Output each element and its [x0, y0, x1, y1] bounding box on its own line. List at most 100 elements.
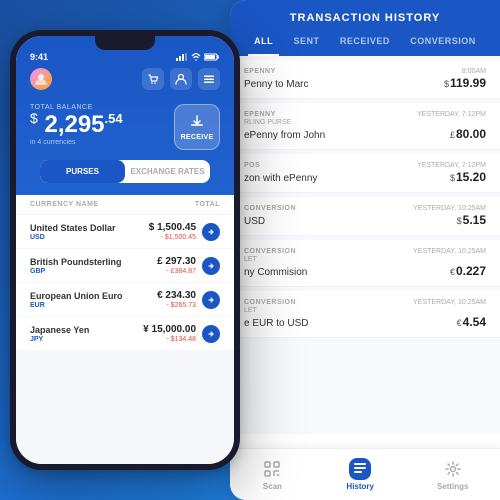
nav-scan-label: Scan: [263, 482, 282, 491]
tab-received[interactable]: RECEIVED: [334, 32, 396, 56]
item-category: ePENNY: [244, 68, 276, 75]
receive-label: RECEIVE: [181, 134, 214, 141]
purse-amount-wrap: $ 1,500.45 - $1,500.45: [149, 222, 220, 241]
item-time: 8:00AM: [462, 68, 486, 75]
bottom-navigation: Scan History Settings: [230, 448, 500, 500]
purse-total-main: £ 297.30: [157, 256, 196, 267]
user-icon-btn[interactable]: [170, 68, 192, 90]
battery-icon: [204, 53, 220, 61]
item-desc: ePenny from John: [244, 130, 325, 141]
phone-mockup: 9:41: [10, 30, 240, 470]
purse-code: EUR: [30, 302, 123, 309]
item-sub: LET: [244, 307, 486, 314]
receive-button[interactable]: RECEIVE: [174, 104, 220, 150]
list-item: ePENNY 8:00AM Penny to Marc $119.99: [230, 60, 500, 99]
item-desc: USD: [244, 216, 265, 227]
list-item: POS YESTERDAY, 7:12PM zon with ePenny $1…: [230, 154, 500, 193]
item-sub: LET: [244, 256, 486, 263]
phone-frame: 9:41: [10, 30, 240, 470]
item-amount: €0.227: [450, 264, 486, 278]
purse-item-gbp[interactable]: British Poundsterling GBP £ 297.30 - £38…: [16, 249, 234, 283]
item-category: POS: [244, 162, 260, 169]
signal-icon: [176, 53, 188, 61]
list-item: CONVERSION YESTERDAY, 10:25AM LET ny Com…: [230, 240, 500, 287]
balance-section: TOTAL BALANCE $ 2,295.54 in 4 currencies…: [16, 96, 234, 160]
nav-history[interactable]: History: [346, 458, 374, 491]
nav-scan[interactable]: Scan: [261, 458, 283, 491]
item-amount: $5.15: [457, 213, 486, 227]
balance-label: TOTAL BALANCE: [30, 104, 123, 111]
nav-settings[interactable]: Settings: [437, 458, 469, 491]
list-item: CONVERSION YESTERDAY, 10:25AM LET e EUR …: [230, 291, 500, 338]
purse-total-sub: - £384.87: [157, 268, 196, 275]
purse-name: United States Dollar: [30, 223, 116, 233]
purse-name: British Poundsterling: [30, 257, 122, 267]
item-time: YESTERDAY, 7:12PM: [417, 111, 486, 118]
scan-icon: [261, 458, 283, 480]
item-desc: zon with ePenny: [244, 173, 317, 184]
purse-total-main: $ 1,500.45: [149, 222, 196, 233]
balance-main: 2,295: [44, 111, 104, 138]
item-category: CONVERSION: [244, 248, 296, 255]
item-desc: Penny to Marc: [244, 79, 308, 90]
phone-screen: 9:41: [16, 36, 234, 464]
purse-item-usd[interactable]: United States Dollar USD $ 1,500.45 - $1…: [16, 215, 234, 249]
tab-purses[interactable]: PURSES: [40, 160, 125, 183]
list-item: ePENNY YESTERDAY, 7:12PM RLING PURSE ePe…: [230, 103, 500, 150]
item-amount: $15.20: [450, 170, 486, 184]
purse-total-sub: - $134.48: [143, 336, 196, 343]
purse-total-sub: - $1,500.45: [149, 234, 196, 241]
purse-amount-wrap: £ 297.30 - £384.87: [157, 256, 220, 275]
purse-item-eur[interactable]: European Union Euro EUR € 234.30 - $265.…: [16, 283, 234, 317]
avatar[interactable]: [30, 68, 52, 90]
list-item: CONVERSION YESTERDAY, 10:25AM USD $5.15: [230, 197, 500, 236]
balance-symbol: $: [30, 110, 38, 126]
purse-name: European Union Euro: [30, 291, 123, 301]
history-title: TRANSACTION HISTORY: [244, 12, 486, 32]
purse-amount-wrap: ¥ 15,000.00 - $134.48: [143, 324, 220, 343]
item-desc: e EUR to USD: [244, 318, 308, 329]
tab-exchange-rates[interactable]: EXCHANGE RATES: [125, 160, 210, 183]
shopping-icon-btn[interactable]: [142, 68, 164, 90]
history-tabs: ALL SENT RECEIVED CONVERSION: [244, 32, 486, 56]
phone-notch: [95, 36, 155, 50]
phone-tabs: PURSES EXCHANGE RATES: [40, 160, 210, 183]
item-desc: ny Commision: [244, 267, 307, 278]
phone-tabs-container: PURSES EXCHANGE RATES: [16, 160, 234, 189]
item-amount: $119.99: [444, 76, 486, 90]
item-category: CONVERSION: [244, 205, 296, 212]
tab-all[interactable]: ALL: [248, 32, 279, 56]
top-nav-icons: [142, 68, 220, 90]
purse-total-main: ¥ 15,000.00: [143, 324, 196, 335]
purse-item-jpy[interactable]: Japanese Yen JPY ¥ 15,000.00 - $134.48: [16, 317, 234, 351]
purse-arrow-icon[interactable]: [202, 257, 220, 275]
purse-name: Japanese Yen: [30, 325, 89, 335]
purse-arrow-icon[interactable]: [202, 325, 220, 343]
item-category: CONVERSION: [244, 299, 296, 306]
balance-sub: in 4 currencies: [30, 139, 123, 146]
balance-amount: $ 2,295.54: [30, 111, 123, 137]
tab-conversion[interactable]: CONVERSION: [404, 32, 482, 56]
settings-icon: [442, 458, 464, 480]
balance-cents: .54: [105, 111, 123, 126]
item-amount: £80.00: [450, 127, 486, 141]
currency-name-header: CURRENCY NAME: [30, 201, 99, 208]
menu-icon-btn[interactable]: [198, 68, 220, 90]
total-header: TOTAL: [195, 201, 220, 208]
purse-arrow-icon[interactable]: [202, 291, 220, 309]
purse-arrow-icon[interactable]: [202, 223, 220, 241]
receive-icon: [188, 114, 206, 132]
purse-code: JPY: [30, 336, 89, 343]
history-items-list: ePENNY 8:00AM Penny to Marc $119.99 ePEN…: [230, 56, 500, 434]
status-time: 9:41: [30, 52, 48, 62]
item-time: YESTERDAY, 10:25AM: [413, 299, 486, 306]
history-header: TRANSACTION HISTORY ALL SENT RECEIVED CO…: [230, 0, 500, 56]
item-amount: €4.54: [457, 315, 486, 329]
history-panel: TRANSACTION HISTORY ALL SENT RECEIVED CO…: [230, 0, 500, 500]
tab-sent[interactable]: SENT: [288, 32, 326, 56]
item-time: YESTERDAY, 10:25AM: [413, 248, 486, 255]
purse-list: CURRENCY NAME TOTAL United States Dollar…: [16, 195, 234, 351]
item-time: YESTERDAY, 10:25AM: [413, 205, 486, 212]
status-icons: [176, 53, 220, 61]
nav-history-label: History: [346, 482, 374, 491]
